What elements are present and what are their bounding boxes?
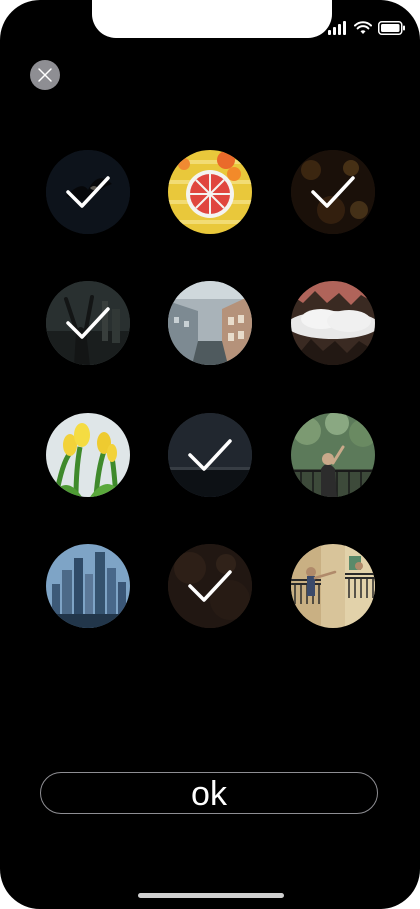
notch [92, 0, 332, 38]
photo-tile-skyline[interactable] [46, 544, 130, 628]
balconies-photo [291, 544, 375, 628]
photo-tile-city-street[interactable] [168, 281, 252, 365]
photo-tile-eagle[interactable] [46, 150, 130, 234]
photo-tile-bokeh[interactable] [291, 150, 375, 234]
close-button[interactable] [30, 60, 60, 90]
ok-button[interactable]: ok [40, 772, 378, 814]
photo-tile-balconies[interactable] [291, 544, 375, 628]
battery-icon [378, 21, 405, 35]
checkmark-icon [66, 176, 110, 208]
photo-grid [46, 150, 376, 630]
home-indicator[interactable] [138, 893, 284, 898]
checkmark-icon [188, 570, 232, 602]
status-bar [328, 18, 406, 38]
photo-tile-horizon[interactable] [168, 413, 252, 497]
close-icon [38, 68, 52, 82]
city-street-photo [168, 281, 252, 365]
photo-tile-tulips[interactable] [46, 413, 130, 497]
photo-tile-person-raised-arms[interactable] [46, 281, 130, 365]
wifi-icon [354, 21, 372, 34]
photo-tile-watermelon[interactable] [168, 150, 252, 234]
skyline-photo [46, 544, 130, 628]
checkmark-icon [311, 176, 355, 208]
clouds-forest-photo [291, 281, 375, 365]
tulips-photo [46, 413, 130, 497]
cellular-signal-icon [328, 21, 346, 35]
photo-tile-blurred-warm[interactable] [168, 544, 252, 628]
photo-tile-balcony-person[interactable] [291, 413, 375, 497]
checkmark-icon [66, 307, 110, 339]
phone-screen: ok [0, 0, 420, 909]
balcony-person-photo [291, 413, 375, 497]
photo-tile-clouds-forest[interactable] [291, 281, 375, 365]
watermelon-photo [168, 150, 252, 234]
checkmark-icon [188, 439, 232, 471]
